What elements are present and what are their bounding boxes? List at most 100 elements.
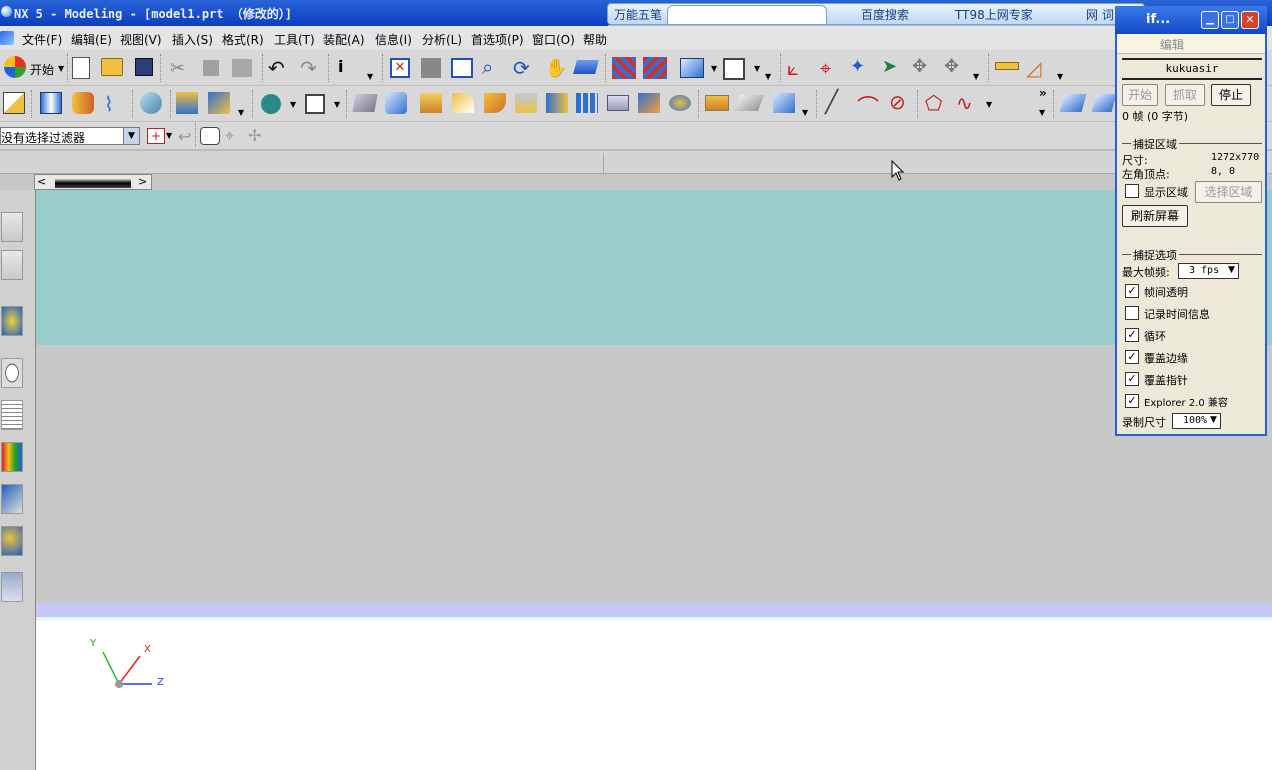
chamfer-icon[interactable] [484, 93, 506, 113]
ime-tab-baidu[interactable]: 百度搜索 [861, 6, 909, 23]
loop-checkbox[interactable]: ✓ [1125, 328, 1139, 342]
part-navigator-icon[interactable] [1, 400, 23, 430]
close-icon[interactable]: ✕ [1241, 11, 1259, 29]
extrude-icon[interactable] [40, 92, 62, 114]
sweep-icon[interactable]: ⌇ [104, 92, 128, 116]
menu-insert[interactable]: 插入(S) [172, 31, 213, 48]
capture-grab-button[interactable]: 抓取 [1165, 84, 1205, 106]
chevron-down-icon[interactable]: ▼ [802, 108, 808, 117]
menu-analysis[interactable]: 分析(L) [422, 31, 462, 48]
surface-icon[interactable] [140, 92, 162, 114]
menu-window[interactable]: 窗口(O) [532, 31, 575, 48]
shaded-view-icon[interactable] [680, 58, 704, 78]
constraint-navigator-icon[interactable] [1, 250, 23, 280]
boss-icon[interactable] [385, 92, 407, 114]
intersect-icon[interactable] [669, 95, 691, 111]
system-materials-icon[interactable] [1, 442, 23, 472]
csys-icon[interactable]: ⟀ [787, 56, 811, 80]
chevron-down-icon[interactable]: ▼ [290, 100, 296, 109]
menu-edit[interactable]: 编辑(E) [71, 31, 112, 48]
pattern-icon[interactable] [576, 93, 598, 113]
assembly-navigator-icon[interactable] [1, 212, 23, 242]
split-body-icon[interactable] [208, 92, 230, 114]
select-region-button[interactable]: 选择区域 [1195, 181, 1262, 203]
perspective-icon[interactable] [573, 60, 599, 74]
transparent-checkbox[interactable]: ✓ [1125, 284, 1139, 298]
wireframe-view-icon[interactable] [723, 58, 745, 80]
process-studio-icon[interactable] [1, 484, 23, 514]
move-wcs-icon[interactable]: ✥ [912, 56, 936, 80]
toolbar-overflow-icon[interactable]: » [1039, 86, 1047, 100]
rotate-icon[interactable]: ⟳ [513, 56, 537, 80]
menu-format[interactable]: 格式(R) [222, 31, 264, 48]
undo-icon[interactable]: ↶ [268, 56, 292, 80]
cut-icon[interactable]: ✂ [170, 58, 194, 82]
ime-tab-wubi[interactable]: 万能五笔 [614, 6, 662, 23]
capture-stop-button[interactable]: 停止 [1211, 84, 1251, 106]
hole-icon[interactable] [352, 94, 378, 112]
system-scenes-icon[interactable] [1, 572, 23, 602]
line-icon[interactable]: ╱ [825, 90, 849, 115]
menu-help[interactable]: 帮助 [583, 31, 607, 48]
snap-settings-icon[interactable]: ✢ [248, 126, 272, 150]
scroll-thumb[interactable] [55, 178, 131, 188]
select-all-icon[interactable] [200, 127, 220, 145]
chevron-down-icon[interactable]: ▼ [1210, 415, 1217, 425]
subtract-icon[interactable] [638, 93, 660, 113]
maxfps-select[interactable]: 3 fps ▼ [1178, 263, 1239, 279]
selection-filter-select[interactable]: 没有选择过滤器 ▼ [0, 127, 140, 145]
datum-plane-icon[interactable] [305, 94, 325, 114]
chevron-down-icon[interactable]: ▼ [986, 100, 992, 109]
horizontal-scrollbar[interactable]: < > [34, 174, 152, 190]
menu-tools[interactable]: 工具(T) [274, 31, 315, 48]
chevron-down-icon[interactable]: ▼ [367, 72, 373, 81]
capture-edit-tab[interactable]: 编辑 [1160, 36, 1184, 53]
menu-info[interactable]: 信息(I) [375, 31, 412, 48]
chevron-down-icon[interactable]: ▼ [754, 64, 760, 73]
deselect-icon[interactable]: ↩ [178, 127, 202, 151]
chevron-down-icon[interactable]: ▼ [1228, 265, 1235, 275]
layer-settings-icon[interactable] [643, 57, 667, 79]
timeinfo-checkbox[interactable] [1125, 306, 1139, 320]
chevron-down-icon[interactable]: ▼ [238, 108, 244, 117]
fit-view-icon[interactable]: ✕ [390, 58, 410, 78]
minimize-icon[interactable]: ▁ [1201, 11, 1219, 29]
chevron-down-icon[interactable]: ▼ [58, 64, 64, 73]
chevron-down-icon[interactable]: ▼ [1039, 108, 1045, 117]
chevron-down-icon[interactable]: ▼ [123, 128, 139, 144]
open-folder-icon[interactable] [101, 58, 123, 76]
edge-checkbox[interactable]: ✓ [1125, 350, 1139, 364]
explorer-checkbox[interactable]: ✓ [1125, 394, 1139, 408]
graphics-window[interactable]: Y X Z [36, 190, 1272, 770]
web-browser-icon[interactable] [1, 306, 23, 336]
ime-tab-tt98[interactable]: TT98上网专家 [955, 6, 1033, 23]
snap-point-icon[interactable]: ⌖ [225, 126, 249, 150]
maximize-icon[interactable]: □ [1221, 11, 1239, 29]
zoom-icon[interactable] [451, 58, 473, 78]
arc-icon[interactable]: ⌒ [857, 90, 881, 121]
chevron-down-icon[interactable]: ▼ [334, 100, 340, 109]
trim-body-icon[interactable] [176, 92, 198, 114]
paste-icon[interactable] [232, 59, 252, 77]
menu-view[interactable]: 视图(V) [120, 31, 162, 48]
spline-icon[interactable]: ∿ [956, 91, 980, 115]
menu-preferences[interactable]: 首选项(P) [471, 31, 524, 48]
datum-icon[interactable]: ⌖ [820, 56, 844, 80]
history-icon[interactable] [1, 358, 23, 388]
general-selection-icon[interactable]: + [147, 128, 165, 144]
ime-tab-words[interactable]: 网 词 [1086, 6, 1114, 23]
edge-blend-icon[interactable] [452, 93, 474, 113]
pan-icon[interactable]: ✋ [545, 58, 569, 82]
recsize-select[interactable]: 100% ▼ [1172, 413, 1221, 429]
start-button[interactable]: 开始 [30, 61, 54, 78]
chevron-down-icon[interactable]: ▼ [1057, 72, 1063, 81]
chevron-down-icon[interactable]: ▼ [765, 72, 771, 81]
save-icon[interactable] [135, 58, 153, 76]
point-icon[interactable] [261, 94, 281, 114]
copy-icon[interactable] [203, 60, 219, 76]
offset-face-icon[interactable] [705, 95, 729, 111]
chevron-down-icon[interactable]: ▼ [973, 72, 979, 81]
chevron-down-icon[interactable]: ▼ [166, 131, 172, 140]
sketch-icon[interactable] [3, 92, 25, 114]
chevron-down-icon[interactable]: ▼ [711, 64, 717, 73]
